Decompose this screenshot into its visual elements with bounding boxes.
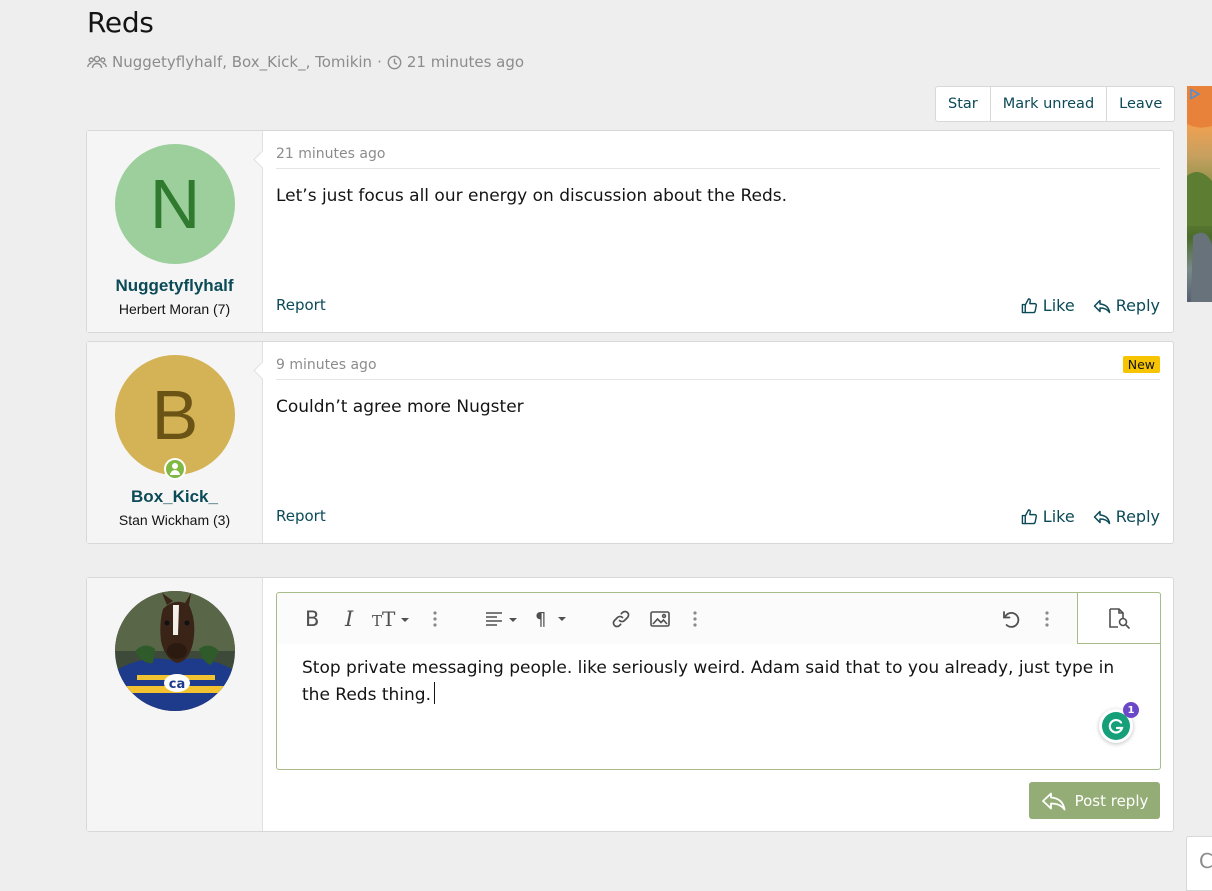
username-link[interactable]: Box_Kick_: [87, 487, 262, 507]
align-dropdown[interactable]: [484, 606, 520, 632]
message-user-cell: B Box_Kick_ Stan Wickham (3): [87, 342, 263, 543]
avatar[interactable]: N: [115, 144, 235, 264]
message: B Box_Kick_ Stan Wickham (3) 9 minutes a…: [86, 341, 1174, 544]
leave-button[interactable]: Leave: [1106, 87, 1174, 121]
insert-image-button[interactable]: [648, 606, 672, 632]
message-actions: Like Reply: [1021, 296, 1160, 315]
thread-actions: Star Mark unread Leave: [935, 86, 1176, 122]
italic-icon: I: [344, 609, 354, 629]
paragraph-dropdown[interactable]: ¶: [535, 606, 571, 632]
participants-list: Nuggetyflyhalf, Box_Kick_, Tomikin: [112, 53, 373, 71]
bold-icon: B: [305, 609, 319, 629]
thread-time: 21 minutes ago: [406, 53, 525, 71]
reply-icon: [1093, 510, 1110, 524]
post-reply-button[interactable]: Post reply: [1029, 782, 1160, 819]
users-icon: [87, 55, 107, 69]
username-link[interactable]: Nuggetyflyhalf: [87, 276, 262, 296]
message-editor: B I T T ¶ Stop private messaging people.…: [276, 592, 1161, 770]
text-size-dropdown[interactable]: T T: [371, 606, 411, 632]
text-caret: [434, 682, 435, 704]
current-user-avatar[interactable]: ca: [115, 591, 235, 711]
preview-button[interactable]: [1077, 592, 1161, 644]
editor-content: Stop private messaging people. like seri…: [302, 658, 1115, 705]
message-body: Let’s just focus all our energy on discu…: [276, 186, 788, 206]
mark-unread-button[interactable]: Mark unread: [989, 87, 1106, 121]
reply-button[interactable]: Reply: [1093, 507, 1160, 526]
reply-label: Reply: [1115, 507, 1160, 526]
paragraph-icon: ¶: [535, 609, 566, 629]
reply-user-cell: ca: [87, 578, 263, 831]
meta-separator: ·: [377, 53, 382, 71]
more-insert-options-icon[interactable]: [687, 606, 703, 632]
post-reply-label: Post reply: [1074, 791, 1149, 810]
svg-text:ca: ca: [169, 677, 185, 692]
thread-meta: Nuggetyflyhalf, Box_Kick_, Tomikin · 21 …: [87, 53, 524, 71]
report-link[interactable]: Report: [276, 296, 326, 314]
message-body: Couldn’t agree more Nugster: [276, 397, 524, 417]
like-button[interactable]: Like: [1021, 507, 1075, 526]
user-title: Stan Wickham (3): [118, 512, 231, 528]
more-options-icon[interactable]: [427, 606, 443, 632]
reply-icon: [1093, 299, 1110, 313]
ad-choices-icon[interactable]: [1189, 88, 1201, 100]
star-button[interactable]: Star: [936, 87, 990, 121]
undo-icon: [1003, 611, 1020, 628]
online-status-icon: [164, 458, 186, 480]
editor-toolbar: B I T T ¶: [277, 592, 1161, 644]
report-link[interactable]: Report: [276, 507, 326, 525]
message-content: 9 minutes ago New Couldn’t agree more Nu…: [263, 342, 1173, 543]
more-editor-options-icon[interactable]: [1039, 606, 1055, 632]
svg-text:I: I: [344, 609, 354, 629]
link-icon: [612, 610, 630, 628]
quick-reply: ca B I T T ¶ Stop private messaging peop…: [86, 577, 1174, 832]
reply-button[interactable]: Reply: [1093, 296, 1160, 315]
italic-button[interactable]: I: [341, 606, 361, 632]
align-left-icon: [486, 612, 517, 626]
message-actions: Like Reply: [1021, 507, 1160, 526]
svg-text:T: T: [382, 609, 396, 629]
user-title: Herbert Moran (7): [118, 301, 231, 317]
reply-label: Reply: [1115, 296, 1160, 315]
svg-text:T: T: [372, 612, 382, 629]
svg-text:B: B: [305, 609, 319, 629]
preview-icon: [1109, 608, 1130, 629]
new-badge: New: [1122, 356, 1160, 373]
message-user-cell: N Nuggetyflyhalf Herbert Moran (7): [87, 131, 263, 332]
grammarly-button[interactable]: 1: [1099, 702, 1139, 743]
clock-icon: [387, 55, 402, 69]
editor-textarea[interactable]: Stop private messaging people. like seri…: [302, 655, 1120, 709]
advertisement-banner[interactable]: [1187, 86, 1212, 302]
message-timestamp[interactable]: 21 minutes ago: [276, 146, 1160, 169]
message: N Nuggetyflyhalf Herbert Moran (7) 21 mi…: [86, 130, 1174, 333]
message-timestamp[interactable]: 9 minutes ago: [276, 357, 1160, 380]
thumbs-up-icon: [1021, 509, 1037, 525]
like-label: Like: [1042, 507, 1075, 526]
like-label: Like: [1042, 296, 1075, 315]
reply-icon: [1041, 792, 1065, 810]
side-panel-stub[interactable]: C: [1186, 836, 1212, 891]
grammarly-icon: [1108, 718, 1124, 734]
grammarly-count: 1: [1123, 702, 1139, 718]
avatar[interactable]: B: [115, 355, 235, 475]
like-button[interactable]: Like: [1021, 296, 1075, 315]
thumbs-up-icon: [1021, 298, 1037, 314]
bold-button[interactable]: B: [301, 606, 323, 632]
image-icon: [650, 611, 670, 627]
undo-button[interactable]: [999, 606, 1023, 632]
text-size-icon: T T: [372, 609, 409, 629]
page-title: Reds: [87, 6, 154, 39]
svg-text:¶: ¶: [535, 609, 546, 629]
insert-link-button[interactable]: [609, 606, 633, 632]
message-content: 21 minutes ago Let’s just focus all our …: [263, 131, 1173, 332]
